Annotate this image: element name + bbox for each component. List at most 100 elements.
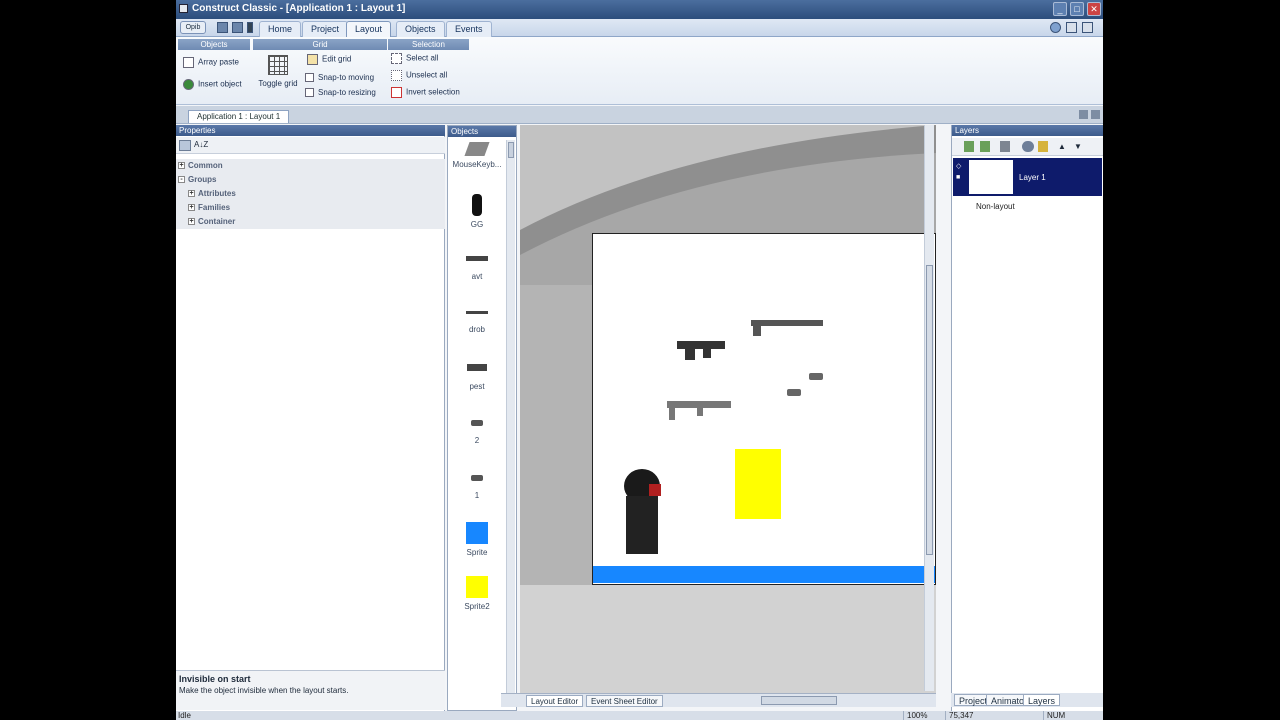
window-title: Construct Classic - [Application 1 : Lay… — [192, 3, 406, 14]
document-tab[interactable]: Application 1 : Layout 1 — [188, 110, 290, 123]
object-label: 1 — [474, 491, 480, 500]
layers-panel: Layers ▲ ▼ ◇ ■ Layer 1 Non-layout — [951, 125, 1103, 711]
coords-readout: 75,347 — [945, 711, 1041, 720]
move-up-icon[interactable]: ▲ — [1058, 142, 1066, 151]
tab-project[interactable]: Project — [302, 21, 349, 37]
object-label: pest — [469, 382, 485, 391]
snap-resizing-checkbox[interactable]: Snap-to resizing — [305, 88, 376, 98]
properties-toolbar: A↓Z — [176, 137, 445, 154]
object-item-sprite[interactable]: Sprite — [448, 522, 506, 557]
tab-layout[interactable]: Layout — [346, 21, 392, 38]
categorized-icon[interactable] — [179, 140, 191, 151]
add-layer-icon[interactable] — [964, 141, 974, 152]
canvas-vertical-scrollbar[interactable] — [924, 125, 934, 691]
object-item-1[interactable]: 1 — [448, 475, 506, 500]
layout-canvas[interactable] — [520, 125, 936, 693]
prop-group-attributes[interactable]: + Attributes — [176, 187, 445, 201]
close-button[interactable]: ✕ — [1087, 2, 1101, 16]
pin-icon[interactable] — [1079, 110, 1088, 119]
objects-scrollbar[interactable] — [506, 140, 515, 695]
prop-label: Attributes — [198, 189, 236, 198]
prop-label: Container — [198, 217, 236, 226]
lock-icon[interactable] — [1038, 141, 1048, 152]
toggle-grid-label: Toggle grid — [258, 79, 298, 88]
close-doc-icon[interactable] — [1091, 110, 1100, 119]
tab-layout-editor[interactable]: Layout Editor — [526, 695, 584, 707]
objects-panel: Objects MouseKeyb... GG avt drob pest 2 … — [447, 125, 517, 711]
chevron-down-icon[interactable] — [247, 22, 253, 33]
ammo-icon — [471, 420, 483, 426]
unselect-all-button[interactable]: Unselect all — [391, 70, 447, 81]
minimize-button[interactable]: _ — [1053, 2, 1067, 16]
description-title: Invisible on start — [179, 674, 251, 684]
help-icon[interactable] — [1050, 22, 1061, 33]
rifle-icon — [466, 256, 488, 261]
expand-icon: + — [178, 162, 185, 170]
app-orb-button[interactable]: Орib — [180, 21, 206, 34]
maximize-button[interactable]: □ — [1070, 2, 1084, 16]
visibility-icon[interactable] — [1022, 141, 1034, 152]
object-item-drob[interactable]: drob — [448, 311, 506, 334]
prop-label: Families — [198, 203, 231, 212]
scroll-thumb[interactable] — [926, 265, 933, 555]
layers-header: Layers — [952, 125, 1103, 136]
horizontal-scroll-thumb[interactable] — [761, 696, 837, 705]
construct-window: Construct Classic - [Application 1 : Lay… — [176, 0, 1103, 720]
object-item-mousekeyboard[interactable]: MouseKeyb... — [448, 142, 506, 169]
group-header-objects: Objects — [178, 39, 250, 50]
sort-alpha-icon[interactable]: A↓Z — [194, 140, 208, 149]
scroll-thumb[interactable] — [508, 142, 514, 158]
select-all-button[interactable]: Select all — [391, 53, 438, 64]
rifle-sprite-1 — [677, 341, 725, 360]
layers-toolbar: ▲ ▼ — [952, 138, 1103, 156]
expand-icon: + — [188, 204, 195, 212]
toggle-grid-button[interactable]: Toggle grid — [258, 55, 298, 88]
yellow-box — [466, 576, 488, 598]
tab-objects[interactable]: Objects — [396, 21, 445, 37]
array-paste-button[interactable]: Array paste — [183, 57, 239, 68]
prop-group-common[interactable]: + Common — [176, 159, 445, 173]
object-label: Sprite — [466, 548, 488, 557]
layer-item-layer1[interactable]: ◇ ■ Layer 1 — [953, 158, 1102, 196]
object-item-pest[interactable]: pest — [448, 364, 506, 391]
object-item-avt[interactable]: avt — [448, 256, 506, 281]
properties-header: Properties — [176, 125, 445, 136]
player-sprite — [624, 469, 661, 554]
eye-icon[interactable]: ◇ — [956, 162, 961, 170]
edit-grid-label: Edit grid — [322, 54, 352, 64]
add-sublayer-icon[interactable] — [980, 141, 990, 152]
insert-object-icon — [183, 79, 194, 90]
tab-events[interactable]: Events — [446, 21, 492, 37]
snap-moving-checkbox[interactable]: Snap-to moving — [305, 73, 374, 83]
ribbon-tab-row: Орib Home Project Layout Objects Events — [176, 19, 1103, 38]
edit-grid-button[interactable]: Edit grid — [307, 54, 351, 65]
prop-group-container[interactable]: + Container — [176, 215, 445, 229]
invert-selection-button[interactable]: Invert selection — [391, 87, 460, 98]
monitor-icon[interactable] — [232, 22, 243, 33]
object-item-2[interactable]: 2 — [448, 420, 506, 445]
prop-group-families[interactable]: + Families — [176, 201, 445, 215]
title-bar: Construct Classic - [Application 1 : Lay… — [176, 0, 1103, 19]
move-down-icon[interactable]: ▼ — [1074, 142, 1082, 151]
expand-icon: + — [188, 218, 195, 226]
restore-icon[interactable] — [1066, 22, 1077, 33]
lock-icon[interactable]: ■ — [956, 174, 960, 181]
tab-event-sheet-editor[interactable]: Event Sheet Editor — [586, 695, 663, 707]
close-doc-icon[interactable] — [1082, 22, 1093, 33]
status-bar: Idle 100% 75,347 NUM — [176, 711, 1103, 720]
insert-object-button[interactable]: Insert object — [183, 79, 242, 90]
tab-layers-panel[interactable]: Layers — [1023, 694, 1061, 706]
layer-item-non-layout[interactable]: Non-layout — [976, 202, 1015, 211]
tab-home[interactable]: Home — [259, 21, 302, 37]
save-icon[interactable] — [217, 22, 228, 33]
object-item-sprite2[interactable]: Sprite2 — [448, 576, 506, 611]
layer-name: Layer 1 — [1019, 173, 1046, 182]
invert-selection-icon — [391, 87, 402, 98]
property-description: Invisible on start Make the object invis… — [176, 670, 445, 710]
collapse-icon: - — [178, 176, 185, 184]
object-item-gg[interactable]: GG — [448, 194, 506, 229]
layout-area[interactable] — [592, 233, 936, 585]
prop-group-groups[interactable]: - Groups — [176, 173, 445, 187]
document-tab-strip: Application 1 : Layout 1 — [176, 106, 1103, 124]
delete-layer-icon[interactable] — [1000, 141, 1010, 152]
